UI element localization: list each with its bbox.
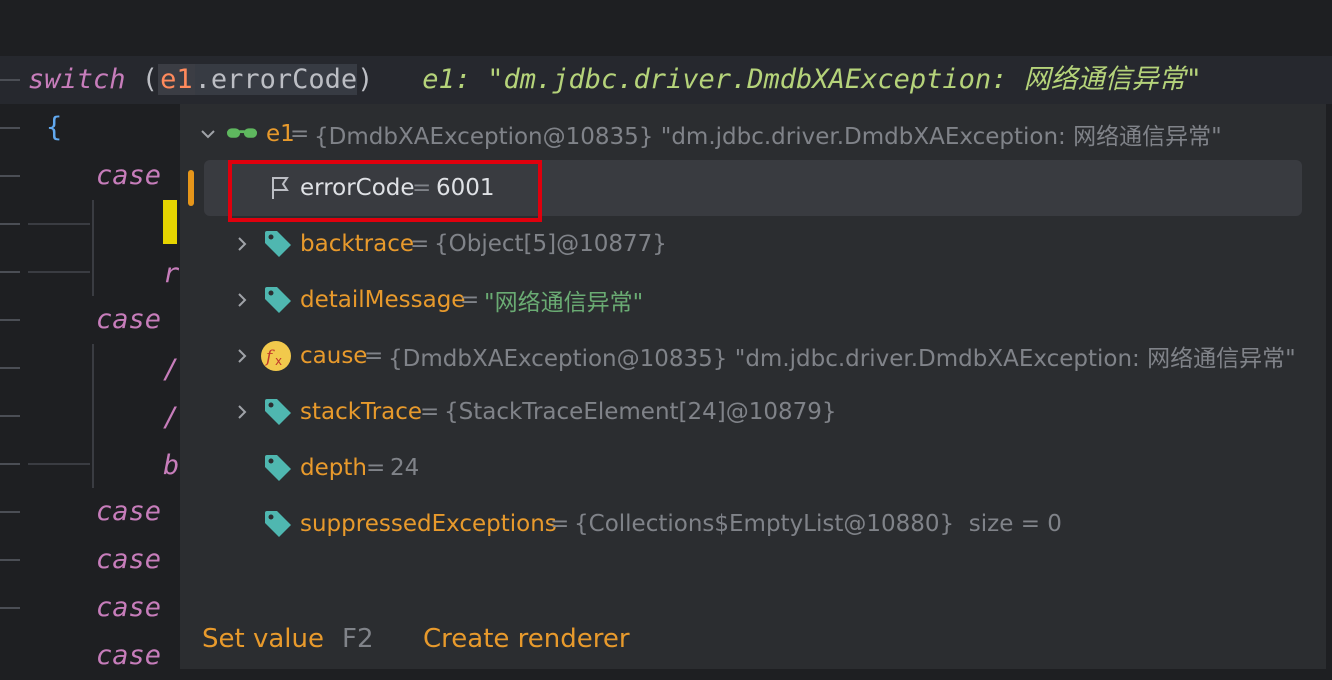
gutter-marker	[0, 79, 20, 81]
gutter-marker	[0, 175, 20, 177]
gutter-marker	[0, 607, 20, 609]
tag-icon	[262, 396, 294, 428]
code-brace: {	[46, 112, 63, 143]
tree-row-backtrace[interactable]: backtrace = {Object[5]@10877}	[180, 216, 1326, 272]
breakpoint-marker	[163, 200, 177, 244]
gutter-marker	[0, 367, 20, 369]
gutter-marker	[0, 223, 20, 225]
code-fragment: b	[163, 450, 180, 481]
gutter-marker	[0, 127, 20, 129]
tree-row-detailMessage[interactable]: detailMessage = "网络通信异常"	[180, 272, 1326, 328]
variable-e1[interactable]: e1	[158, 64, 195, 95]
paren-close: )	[357, 64, 374, 95]
paren-open: (	[125, 64, 159, 95]
tree-row-suppressedExceptions[interactable]: suppressedExceptions = {Collections$Empt…	[180, 496, 1326, 552]
annotation-highlight-box	[228, 160, 542, 222]
indent-guide	[92, 200, 94, 296]
equals-sign: =	[410, 231, 430, 257]
gutter-marker	[0, 463, 20, 465]
chevron-right-icon[interactable]	[232, 346, 252, 366]
set-value-link[interactable]: Set value	[202, 609, 324, 669]
equals-sign: =	[290, 121, 310, 147]
equals-sign: =	[364, 343, 384, 369]
tag-icon	[262, 508, 294, 540]
function-icon: fx	[260, 340, 292, 372]
equals-sign: =	[420, 399, 440, 425]
tag-icon	[262, 284, 294, 316]
chevron-down-icon[interactable]	[198, 124, 218, 144]
code-case: case	[96, 496, 162, 527]
indent-guide	[28, 223, 90, 225]
tree-row-depth[interactable]: depth = 24	[180, 440, 1326, 496]
inline-debug-hint: e1: "dm.jdbc.driver.DmdbXAException: 网络通…	[422, 64, 1202, 95]
field-value-stackTrace: {StackTraceElement[24]@10879}	[444, 399, 837, 425]
code-case: case	[96, 160, 162, 191]
code-case: case	[96, 304, 162, 335]
field-value-detailMessage: "网络通信异常"	[484, 290, 644, 316]
equals-sign: =	[460, 287, 480, 313]
tree-row-e1[interactable]: e1 = {DmdbXAException@10835} "dm.jdbc.dr…	[180, 106, 1326, 162]
field-name-stackTrace: stackTrace	[300, 399, 423, 425]
indent-guide	[28, 271, 90, 273]
tree-row-cause[interactable]: fx cause = {DmdbXAException@10835} "dm.j…	[180, 328, 1326, 384]
code-case: case	[96, 592, 162, 623]
gutter-marker	[0, 271, 20, 273]
code-fragment: /	[163, 402, 180, 433]
indent-guide	[28, 463, 90, 465]
field-value-backtrace: {Object[5]@10877}	[434, 231, 667, 257]
field-name-backtrace: backtrace	[300, 231, 415, 257]
keyword-switch: switch	[28, 64, 126, 95]
code-case: case	[96, 640, 162, 671]
gutter-marker	[0, 511, 20, 513]
field-name-cause: cause	[300, 343, 368, 369]
svg-text:x: x	[275, 354, 282, 368]
code-case: case	[96, 544, 162, 575]
field-name-detailMessage: detailMessage	[300, 287, 466, 313]
field-value-cause: {DmdbXAException@10835} "dm.jdbc.driver.…	[388, 346, 1296, 372]
equals-sign: =	[366, 455, 386, 481]
watch-glasses-icon	[226, 118, 258, 150]
tag-icon	[262, 228, 294, 260]
tree-row-stackTrace[interactable]: stackTrace = {StackTraceElement[24]@1087…	[180, 384, 1326, 440]
create-renderer-link[interactable]: Create renderer	[423, 609, 630, 669]
code-line-switch[interactable]: switch (e1.errorCode) e1: "dm.jdbc.drive…	[28, 56, 1202, 104]
gutter-marker	[0, 319, 20, 321]
field-name-depth: depth	[300, 455, 367, 481]
changed-marker	[188, 170, 194, 206]
field-value-suppressedExceptions: {Collections$EmptyList@10880} size = 0	[574, 511, 1062, 537]
field-value-depth: 24	[390, 455, 420, 481]
popup-footer: Set value F2 Create renderer	[180, 608, 1326, 669]
gutter-marker	[0, 415, 20, 417]
code-fragment: /	[163, 354, 180, 385]
field-name-suppressedExceptions: suppressedExceptions	[300, 511, 557, 537]
chevron-right-icon[interactable]	[232, 290, 252, 310]
code-fragment: r	[163, 258, 180, 289]
indent-guide	[92, 344, 94, 488]
tag-icon	[262, 452, 294, 484]
chevron-right-icon[interactable]	[232, 402, 252, 422]
equals-sign: =	[550, 511, 570, 537]
chevron-right-icon[interactable]	[232, 234, 252, 254]
field-errorCode[interactable]: .errorCode	[194, 64, 358, 95]
gutter-marker	[0, 559, 20, 561]
set-value-shortcut: F2	[342, 624, 374, 654]
var-value-e1: {DmdbXAException@10835} "dm.jdbc.driver.…	[314, 124, 1222, 150]
